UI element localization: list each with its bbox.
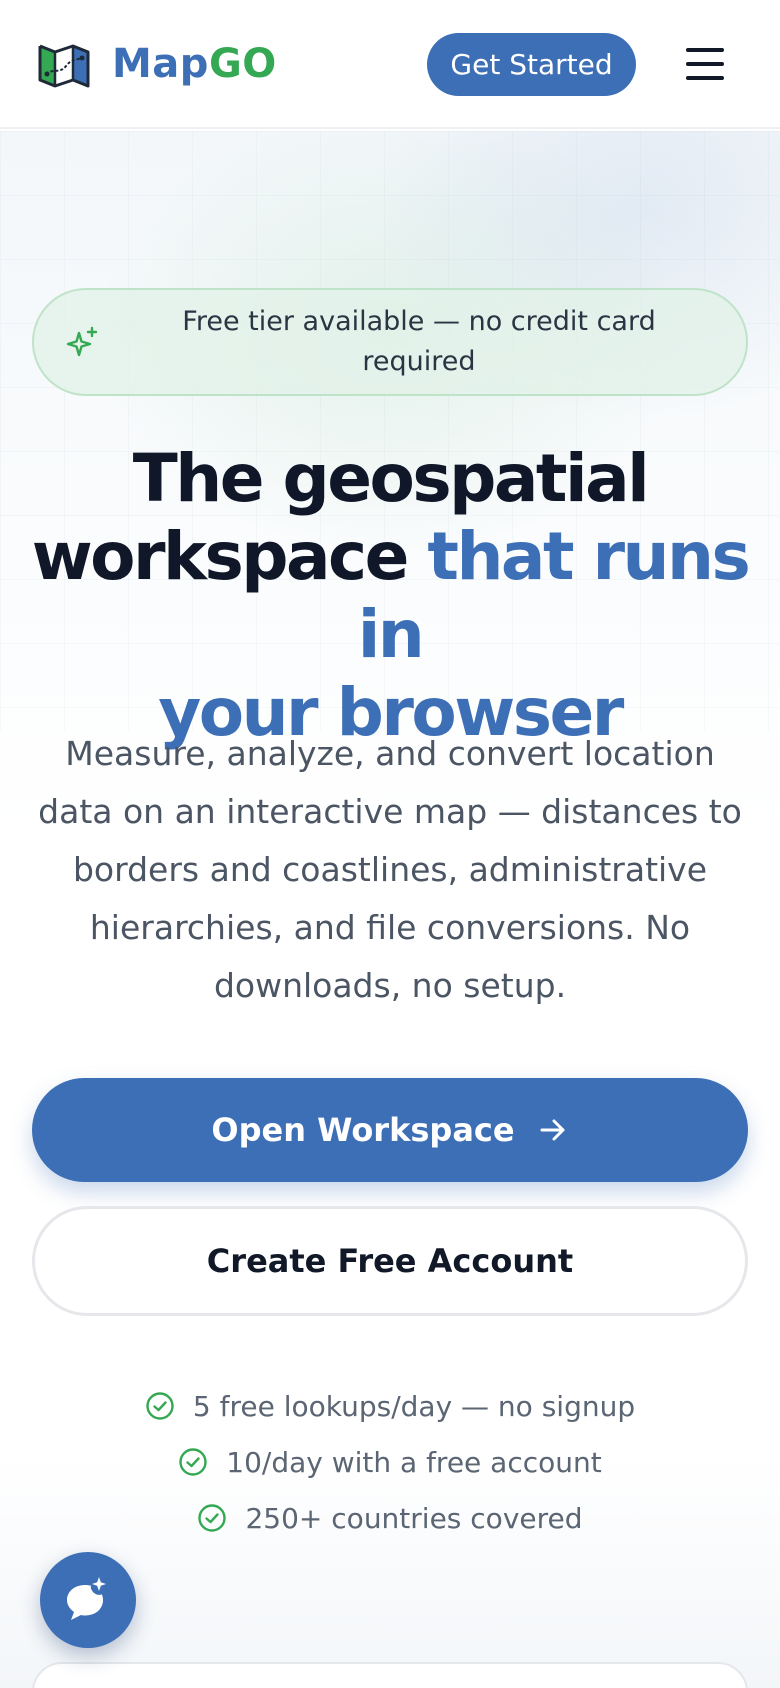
site-header: MapGO Get Started [0, 0, 780, 129]
hero-description: Measure, analyze, and convert location d… [38, 734, 742, 1005]
list-item: 10/day with a free account [0, 1434, 780, 1490]
feature-text: 250+ countries covered [245, 1501, 583, 1535]
free-tier-badge: Free tier available — no credit card req… [32, 288, 748, 396]
check-circle-icon [146, 1392, 174, 1420]
check-circle-icon [198, 1504, 227, 1532]
logo[interactable]: MapGO [38, 38, 277, 90]
hamburger-menu-icon[interactable] [684, 44, 726, 84]
folded-map-logo-icon [38, 44, 90, 88]
feature-list: 5 free lookups/day — no signup 10/day wi… [0, 1378, 780, 1546]
free-tier-text: Free tier available — no credit card req… [182, 306, 656, 377]
hero-headline: The geospatial workspace that runs in yo… [20, 440, 760, 752]
feature-text: 10/day with a free account [226, 1445, 602, 1479]
create-free-account-button[interactable]: Create Free Account [32, 1206, 748, 1316]
headline-accent-1: that runs in [357, 518, 751, 673]
ai-chat-button[interactable] [40, 1552, 136, 1648]
headline-line-1: The geospatial [132, 440, 650, 517]
open-workspace-button[interactable]: Open Workspace [32, 1078, 748, 1182]
open-workspace-label: Open Workspace [211, 1111, 515, 1149]
preview-card [32, 1662, 748, 1688]
headline-line-2: workspace [31, 518, 410, 595]
arrow-right-icon [540, 1119, 565, 1141]
feature-text: 5 free lookups/day — no signup [192, 1389, 636, 1423]
get-started-button[interactable]: Get Started [427, 33, 636, 96]
list-item: 5 free lookups/day — no signup [0, 1378, 780, 1434]
list-item: 250+ countries covered [0, 1490, 780, 1546]
logo-wordmark: MapGO [112, 41, 277, 87]
sparkle-icon [66, 326, 98, 357]
check-circle-icon [179, 1448, 207, 1476]
chat-sparkle-icon [67, 1577, 106, 1620]
